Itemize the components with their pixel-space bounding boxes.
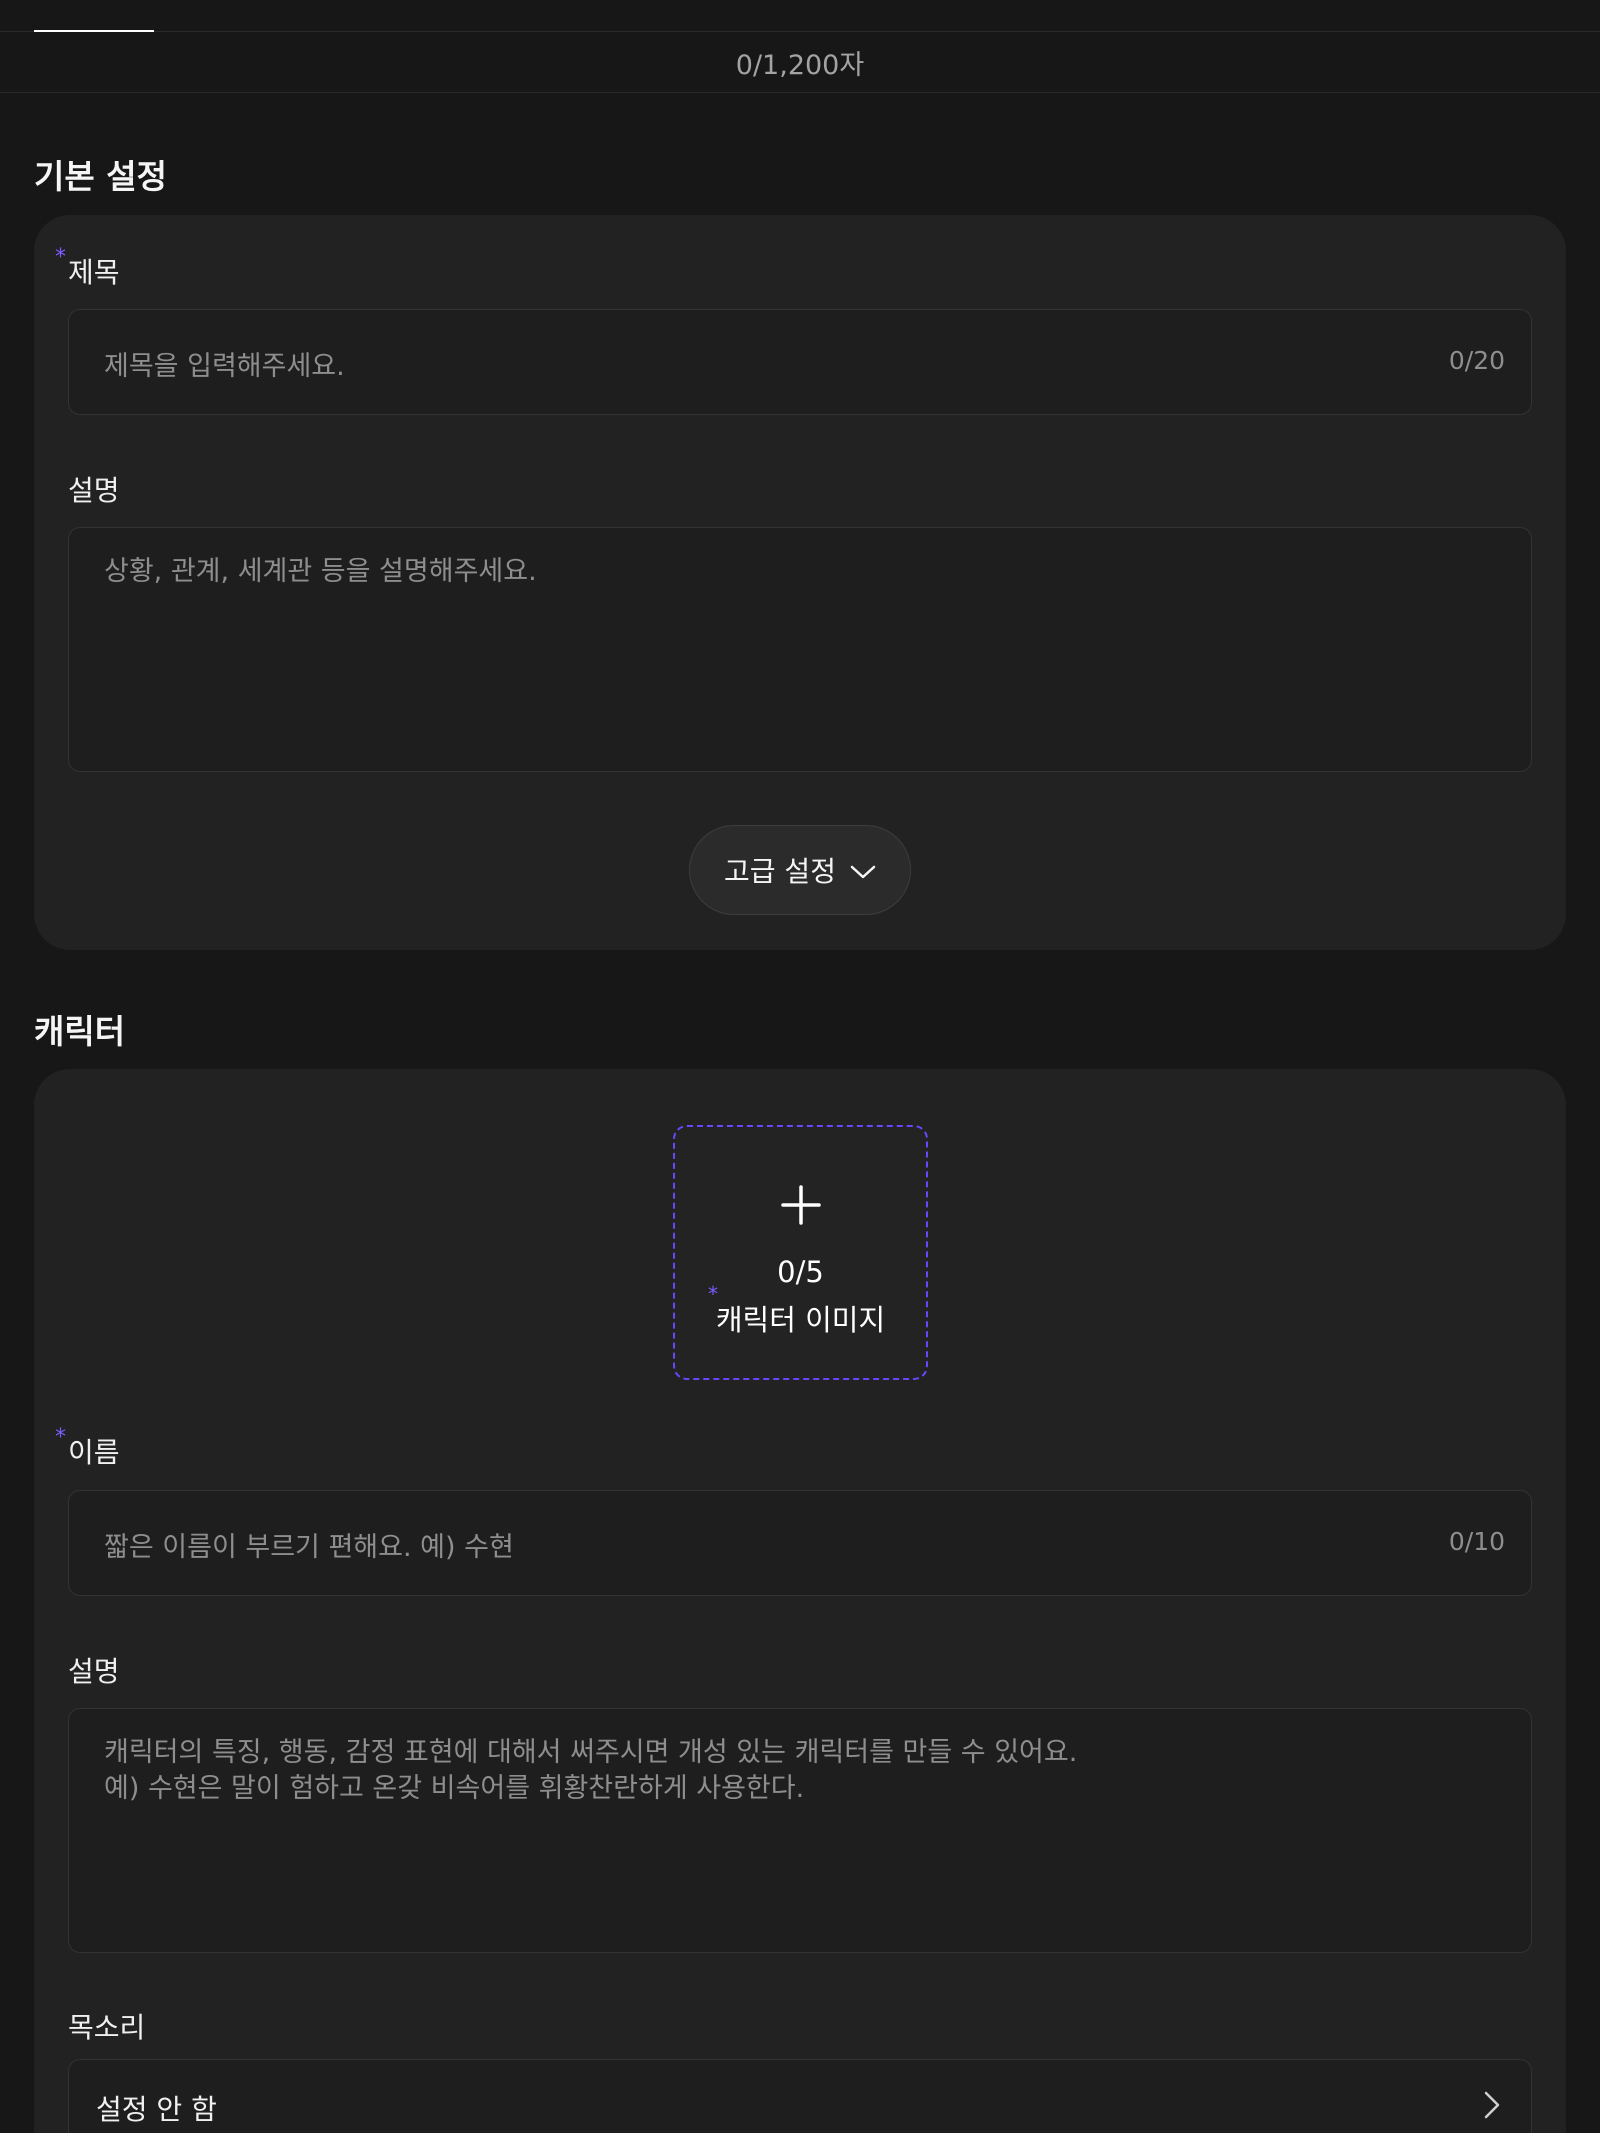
character-card: 0/5 * 캐릭터 이미지 * 이름 짧은 이름이 부르기 편해요. 예) 수현… [34,1069,1566,2133]
character-description-placeholder: 캐릭터의 특징, 행동, 감정 표현에 대해서 써주시면 개성 있는 캐릭터를 … [104,1737,1078,1804]
advanced-settings-label: 고급 설정 [724,855,836,888]
chevron-down-icon [850,854,876,887]
name-label: 이름 [68,1436,120,1469]
active-tab-indicator [34,30,154,32]
required-mark: * [55,245,66,270]
name-char-counter: 0/10 [1448,1527,1505,1556]
description-label: 설명 [68,474,120,507]
total-character-counter: 0/1,200자 [0,33,1600,93]
required-mark: * [55,1425,66,1450]
create-story-page: 0/1,200자 기본 설정 * 제목 제목을 입력해주세요. 0/20 설명 … [0,0,1600,2133]
voice-select[interactable]: 설정 안 함 [68,2059,1532,2133]
voice-label: 목소리 [68,2011,146,2044]
description-placeholder: 상황, 관계, 세계관 등을 설명해주세요. [104,556,537,587]
section-title-character: 캐릭터 [34,1012,126,1051]
name-input-placeholder: 짧은 이름이 부르기 편해요. 예) 수현 [104,1532,514,1563]
tab-bar [0,0,1600,32]
section-title-basic: 기본 설정 [34,157,167,196]
description-textarea[interactable]: 상황, 관계, 세계관 등을 설명해주세요. [68,527,1532,772]
title-input[interactable]: 제목을 입력해주세요. 0/20 [68,309,1532,415]
character-description-label: 설명 [68,1655,120,1688]
chevron-right-icon [1483,2090,1501,2124]
character-image-upload[interactable]: 0/5 * 캐릭터 이미지 [673,1125,928,1380]
image-upload-label: 캐릭터 이미지 [715,1303,886,1337]
basic-settings-card: * 제목 제목을 입력해주세요. 0/20 설명 상황, 관계, 세계관 등을 … [34,215,1566,950]
plus-icon [675,1179,926,1235]
advanced-settings-button[interactable]: 고급 설정 [689,825,911,915]
title-char-counter: 0/20 [1448,346,1505,375]
title-label: 제목 [68,256,120,289]
character-description-textarea[interactable]: 캐릭터의 특징, 행동, 감정 표현에 대해서 써주시면 개성 있는 캐릭터를 … [68,1708,1532,1953]
name-input[interactable]: 짧은 이름이 부르기 편해요. 예) 수현 0/10 [68,1490,1532,1596]
title-input-placeholder: 제목을 입력해주세요. [104,351,345,382]
voice-select-value: 설정 안 함 [96,2093,217,2126]
